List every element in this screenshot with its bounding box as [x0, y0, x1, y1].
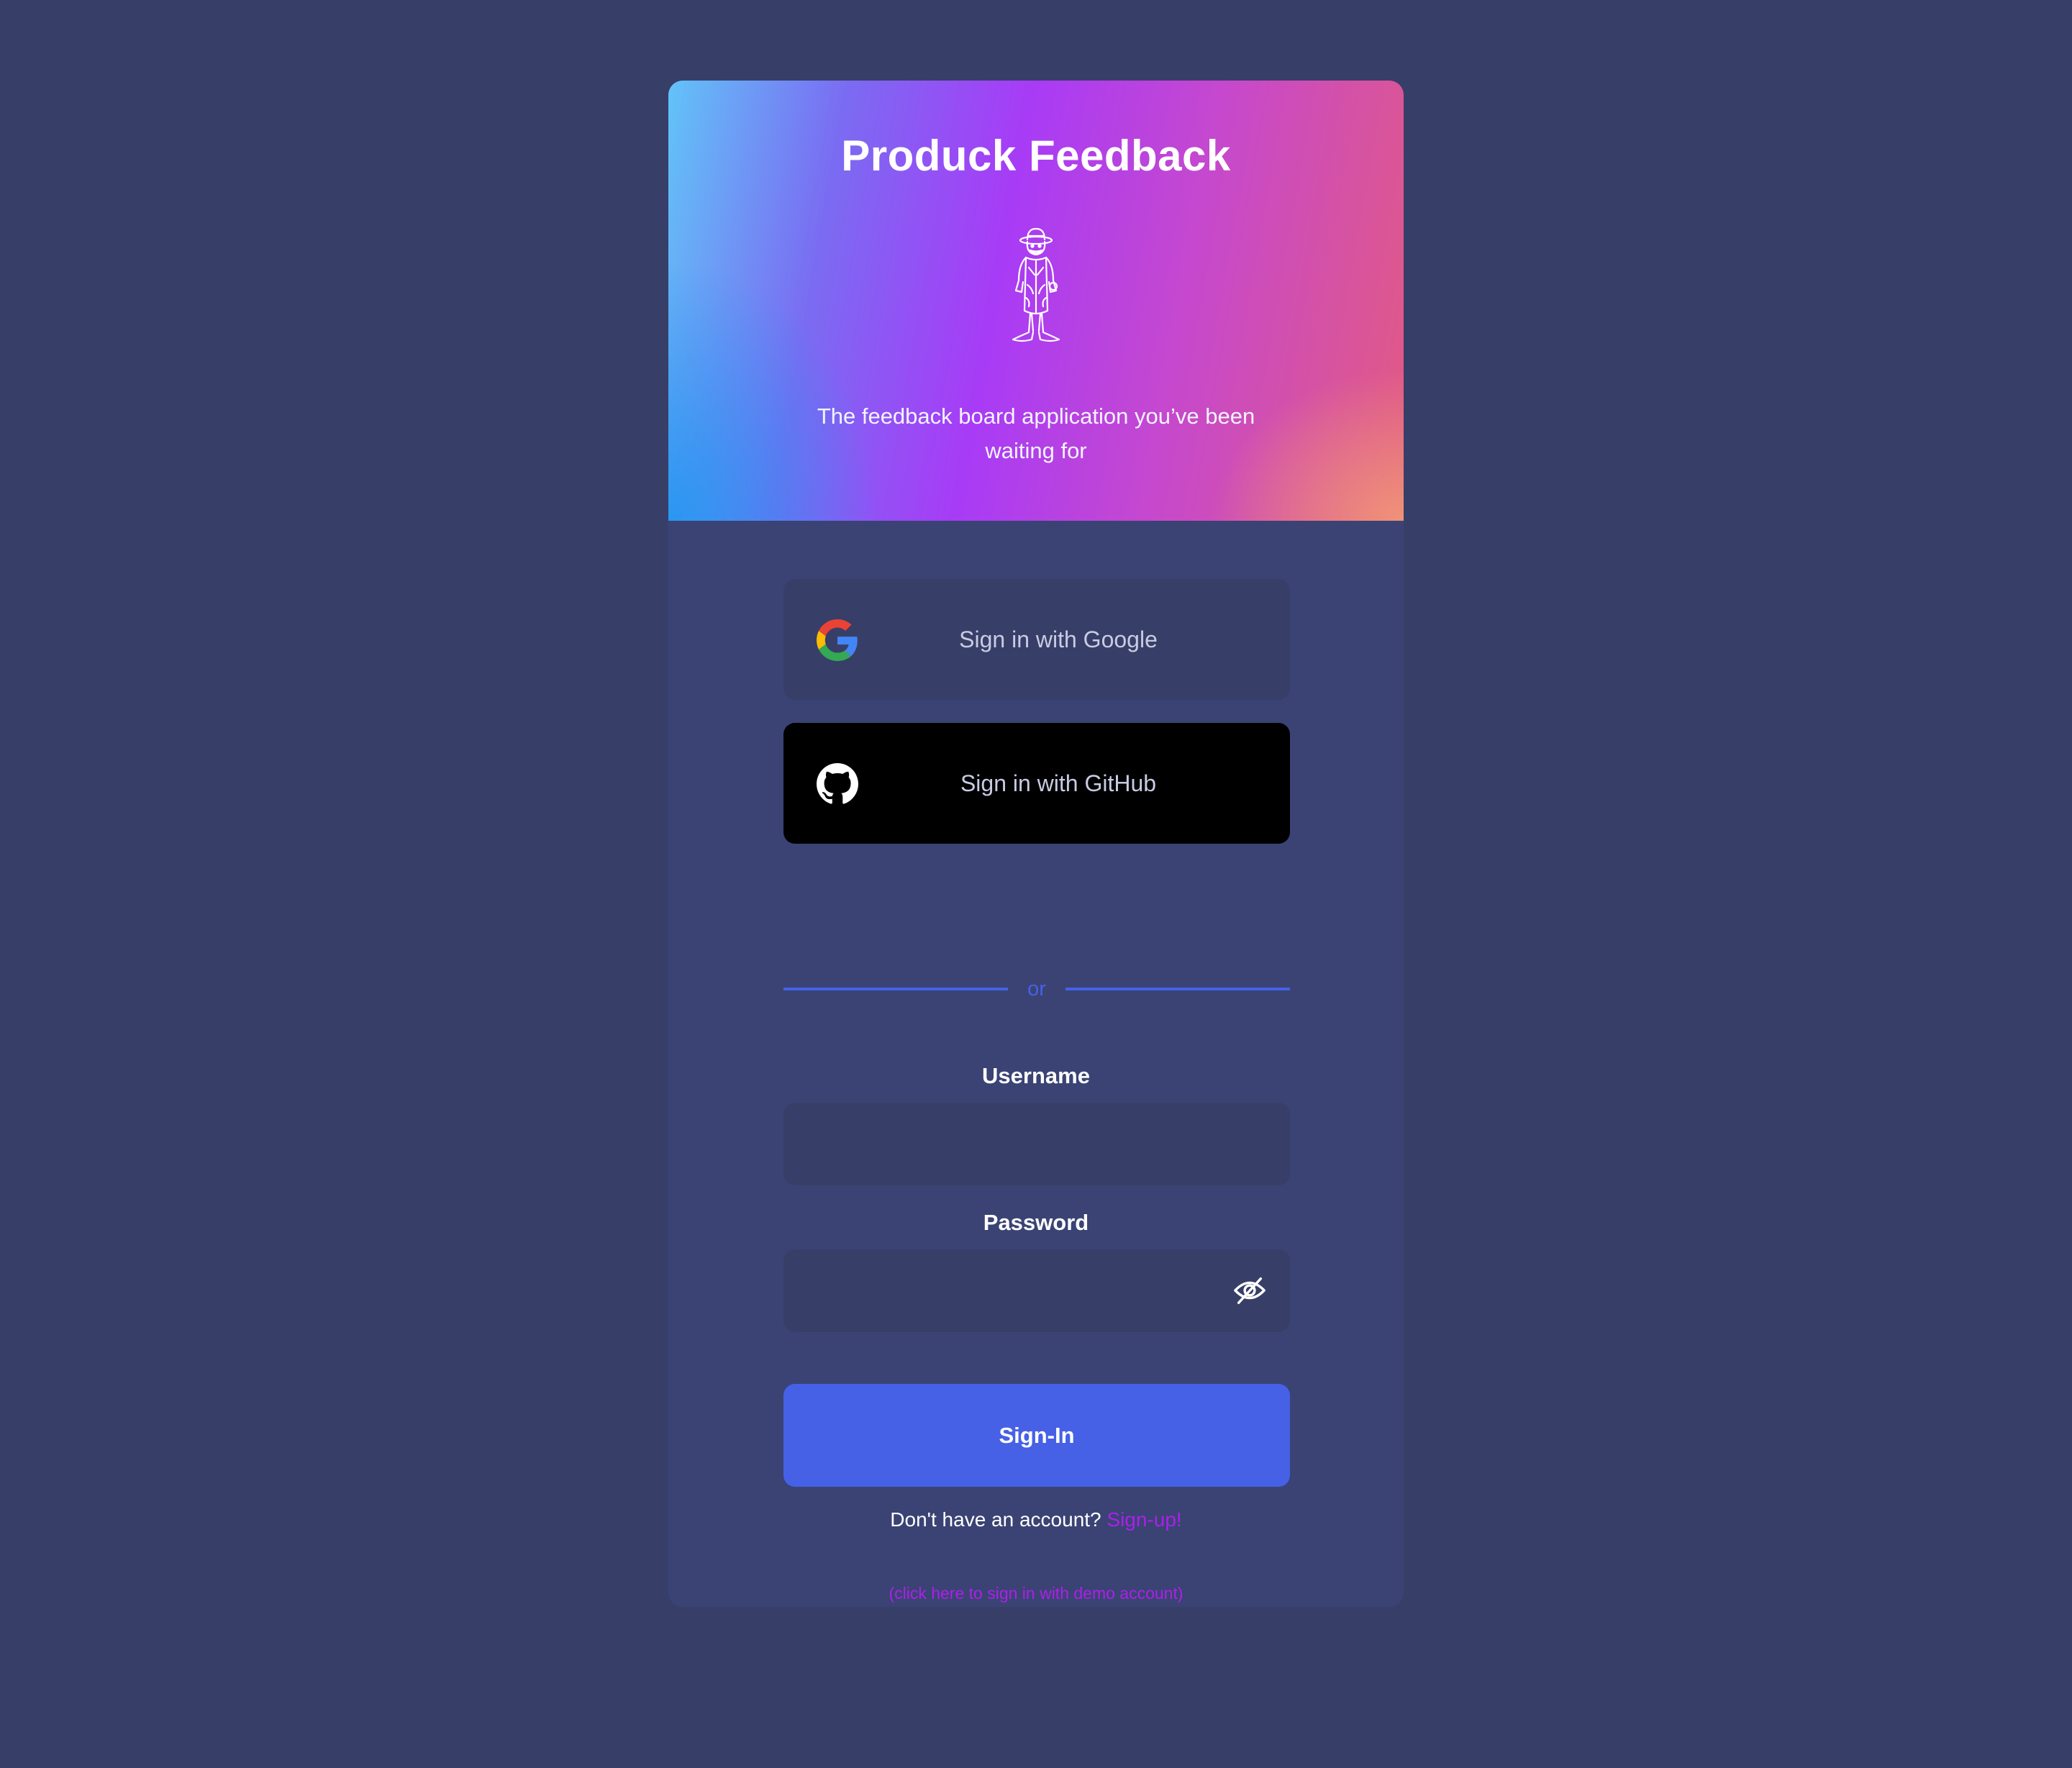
or-divider: or	[783, 972, 1290, 1001]
account-prompt-text: Don't have an account?	[890, 1508, 1101, 1531]
app-tagline: The feedback board application you’ve be…	[817, 404, 1255, 463]
signup-link[interactable]: Sign-up!	[1107, 1508, 1181, 1531]
divider-line-right	[1065, 988, 1290, 990]
password-label: Password	[983, 1210, 1089, 1235]
hero-banner: Produck Feedback The feedback board appl…	[668, 81, 1404, 521]
username-label: Username	[982, 1063, 1090, 1088]
app-title: Produck Feedback	[841, 132, 1231, 180]
password-input[interactable]	[783, 1249, 1290, 1332]
username-input[interactable]	[783, 1103, 1290, 1185]
github-signin-label: Sign in with GitHub	[960, 770, 1157, 796]
signin-button[interactable]: Sign-In	[783, 1384, 1290, 1487]
github-signin-button[interactable]: Sign in with GitHub	[783, 723, 1290, 844]
eye-off-icon[interactable]	[1233, 1276, 1266, 1305]
google-signin-label: Sign in with Google	[959, 626, 1158, 652]
demo-signin-link[interactable]: (click here to sign in with demo account…	[668, 1584, 1404, 1603]
signup-prompt: Don't have an account? Sign-up!	[668, 1508, 1404, 1531]
login-card: Produck Feedback The feedback board appl…	[668, 81, 1404, 1607]
google-signin-button[interactable]: Sign in with Google	[783, 579, 1290, 700]
duck-detective-icon	[1012, 227, 1060, 342]
